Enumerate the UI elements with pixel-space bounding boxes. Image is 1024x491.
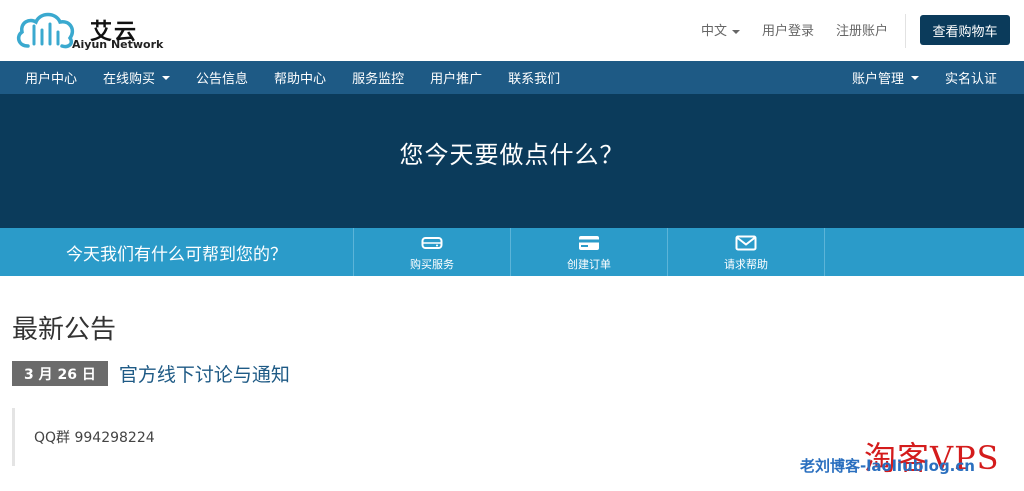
- nav-right: 账户管理 实名认证: [839, 61, 1010, 94]
- header-divider: [905, 14, 906, 48]
- credit-card-icon: [578, 233, 600, 253]
- server-icon: [421, 233, 443, 253]
- nav-item-left-4[interactable]: 服务监控: [339, 61, 417, 94]
- nav-item-label: 账户管理: [851, 72, 904, 87]
- login-link[interactable]: 用户登录: [762, 20, 814, 39]
- header: 艾云 Aiyun Network 中文 用户登录 注册账户 查看购物车: [0, 0, 1024, 61]
- nav-item-label: 帮助中心: [274, 72, 327, 87]
- nav-item-left-5[interactable]: 用户推广: [417, 61, 495, 94]
- nav-item-label: 服务监控: [352, 72, 405, 87]
- action-request-help[interactable]: 请求帮助: [668, 228, 825, 276]
- nav-item-right-1[interactable]: 实名认证: [932, 61, 1010, 94]
- view-cart-button[interactable]: 查看购物车: [920, 15, 1010, 45]
- action-label: 请求帮助: [724, 257, 768, 271]
- announcement-title-link[interactable]: 官方线下讨论与通知: [119, 360, 290, 387]
- envelope-icon: [735, 233, 757, 253]
- nav-item-label: 联系我们: [508, 72, 561, 87]
- nav-item-left-6[interactable]: 联系我们: [495, 61, 573, 94]
- action-bar: 今天我们有什么可帮到您的？ 购买服务 创建订单 请求帮助: [0, 228, 1024, 276]
- watermark-text-en: 老刘博客-laoliublog.cn: [800, 457, 975, 475]
- nav-item-left-0[interactable]: 用户中心: [12, 61, 90, 94]
- language-selector[interactable]: 中文: [701, 20, 740, 39]
- nav-item-label: 用户推广: [430, 72, 483, 87]
- brand-name-en: Aiyun Network: [72, 38, 164, 51]
- caret-down-icon: [162, 75, 171, 80]
- language-label: 中文: [700, 24, 727, 39]
- caret-down-icon: [910, 75, 919, 80]
- announcement-text: QQ群 994298224: [34, 430, 155, 446]
- action-label: 创建订单: [567, 257, 611, 271]
- top-links: 中文 用户登录 注册账户: [679, 20, 888, 39]
- action-bar-filler: [825, 228, 1024, 276]
- register-link[interactable]: 注册账户: [836, 20, 888, 39]
- nav-item-right-0[interactable]: 账户管理: [839, 61, 932, 94]
- action-buy-service[interactable]: 购买服务: [354, 228, 511, 276]
- nav-item-left-3[interactable]: 帮助中心: [261, 61, 339, 94]
- cloud-logo-icon: [16, 12, 75, 49]
- main-nav: 用户中心 在线购买 公告信息 帮助中心 服务监控 用户推广 联系我们 账户管理 实名认证: [0, 61, 1024, 94]
- hero-title: 您今天要做点什么？: [399, 140, 625, 169]
- nav-item-label: 公告信息: [196, 72, 249, 87]
- watermark: 淘客VPS 老刘博客-laoliublog.cn: [800, 433, 1010, 481]
- help-question: 今天我们有什么可帮到您的？: [0, 228, 354, 276]
- nav-item-label: 实名认证: [944, 72, 997, 87]
- caret-down-icon: [731, 29, 740, 34]
- announcement-item: 3 月 26 日 官方线下讨论与通知: [12, 360, 1012, 387]
- action-label: 购买服务: [410, 257, 454, 271]
- date-badge: 3 月 26 日: [12, 361, 108, 386]
- nav-item-left-1[interactable]: 在线购买: [90, 61, 183, 94]
- nav-item-label: 用户中心: [25, 72, 78, 87]
- hero-banner: 您今天要做点什么？: [0, 94, 1024, 228]
- nav-item-left-2[interactable]: 公告信息: [183, 61, 261, 94]
- logo[interactable]: 艾云 Aiyun Network: [14, 8, 164, 54]
- section-title: 最新公告: [12, 315, 117, 345]
- action-create-order[interactable]: 创建订单: [511, 228, 668, 276]
- nav-left: 用户中心 在线购买 公告信息 帮助中心 服务监控 用户推广 联系我们: [0, 61, 573, 94]
- nav-item-label: 在线购买: [103, 72, 156, 87]
